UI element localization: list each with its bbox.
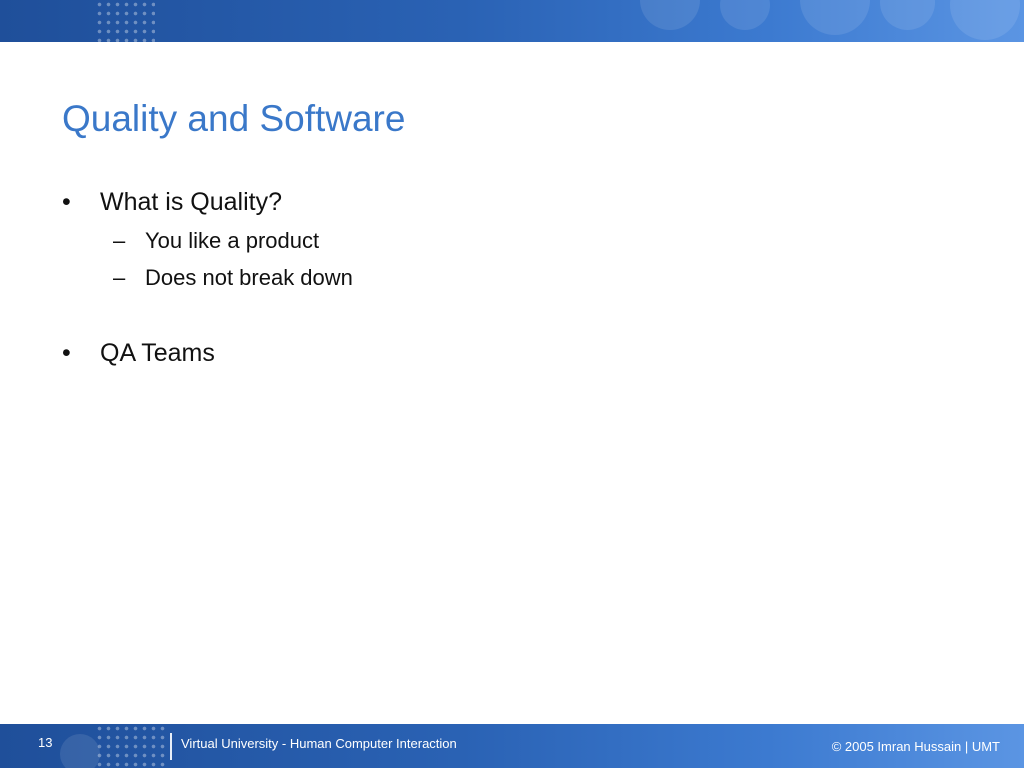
bullet-marker: •: [62, 188, 71, 216]
top-bubble-decoration: [640, 0, 700, 30]
footer-divider: [170, 733, 172, 760]
top-bubble-decoration: [720, 0, 770, 30]
sub-bullet-marker: –: [113, 228, 126, 253]
top-bubble-decoration: [800, 0, 870, 35]
top-dot-pattern: [95, 0, 155, 42]
slide-title: Quality and Software: [62, 98, 406, 139]
bullet-text: What is Quality?: [100, 188, 283, 216]
footer-copyright: © 2005 Imran Hussain | UMT: [831, 739, 1000, 754]
sub-bullet-marker: –: [113, 265, 126, 290]
sub-bullet-text: Does not break down: [145, 265, 353, 290]
bottom-bubble-decoration: [60, 734, 100, 768]
top-bubble-decoration: [950, 0, 1020, 40]
top-banner: [0, 0, 1024, 42]
sub-bullet-text: You like a product: [145, 228, 320, 253]
slide-number: 13: [38, 735, 53, 750]
footer-course-title: Virtual University - Human Computer Inte…: [181, 736, 457, 751]
bottom-dot-pattern: [95, 724, 165, 768]
top-bubble-decoration: [880, 0, 935, 30]
bullet-text: QA Teams: [100, 339, 215, 367]
bullet-marker: •: [62, 339, 71, 367]
